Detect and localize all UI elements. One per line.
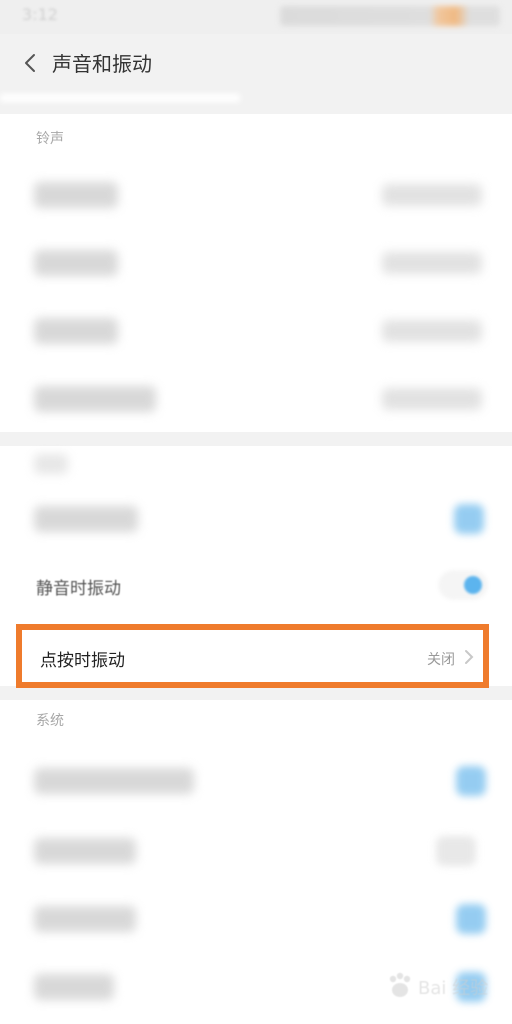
blurred-toggle-row[interactable] xyxy=(0,894,512,944)
vibrate-on-silent-label: 静音时振动 xyxy=(36,579,121,599)
blurred-label xyxy=(34,838,136,864)
blurred-toggle[interactable] xyxy=(456,766,486,796)
status-time: 3:12 xyxy=(22,5,58,24)
blurred-toggle-row[interactable] xyxy=(0,494,512,544)
blurred-setting-row[interactable] xyxy=(0,170,512,218)
blurred-setting-row[interactable] xyxy=(0,238,512,286)
blurred-setting-row[interactable] xyxy=(0,306,512,354)
paw-icon xyxy=(384,970,416,1002)
vibrate-on-touch-value: 关闭 xyxy=(427,652,455,668)
back-chevron-icon[interactable] xyxy=(18,50,44,76)
toggle-knob xyxy=(464,576,482,594)
blurred-label xyxy=(34,768,194,794)
blurred-toggle-row[interactable] xyxy=(0,826,512,876)
ringtone-section-header: 铃声 xyxy=(36,131,64,147)
status-bar: 3:12 xyxy=(0,0,512,34)
blurred-setting-row[interactable] xyxy=(0,374,512,422)
header: 声音和振动 xyxy=(0,34,512,94)
blurred-label xyxy=(34,906,136,932)
blurred-value xyxy=(382,184,482,206)
watermark: Bai 经验 xyxy=(384,970,494,1004)
watermark-text: Bai 经验 xyxy=(418,978,489,999)
blurred-value xyxy=(382,320,482,342)
blurred-toggle[interactable] xyxy=(454,504,484,534)
vibrate-on-touch-row[interactable]: 点按时振动 关闭 xyxy=(16,624,489,688)
blurred-label xyxy=(34,250,118,276)
blurred-value xyxy=(382,388,482,410)
blurred-divider xyxy=(0,94,240,102)
vibrate-on-touch-label: 点按时振动 xyxy=(40,651,125,671)
blurred-toggle-row[interactable] xyxy=(0,756,512,806)
blurred-value xyxy=(382,252,482,274)
blurred-label xyxy=(34,974,114,1000)
page-title: 声音和振动 xyxy=(52,52,152,76)
blurred-section-header xyxy=(34,454,68,474)
blurred-label xyxy=(34,182,118,208)
blurred-toggle[interactable] xyxy=(456,904,486,934)
blurred-toggle[interactable] xyxy=(436,836,476,866)
vibrate-on-silent-toggle[interactable] xyxy=(440,572,486,598)
ringtone-section: 铃声 xyxy=(0,114,512,432)
blurred-label xyxy=(34,318,118,344)
status-icons-blurred xyxy=(280,6,500,26)
chevron-right-icon xyxy=(463,648,475,666)
vibrate-on-silent-row[interactable]: 静音时振动 xyxy=(0,560,512,612)
blurred-label xyxy=(34,506,138,532)
blurred-label xyxy=(34,386,156,412)
system-section-header: 系统 xyxy=(36,713,64,729)
